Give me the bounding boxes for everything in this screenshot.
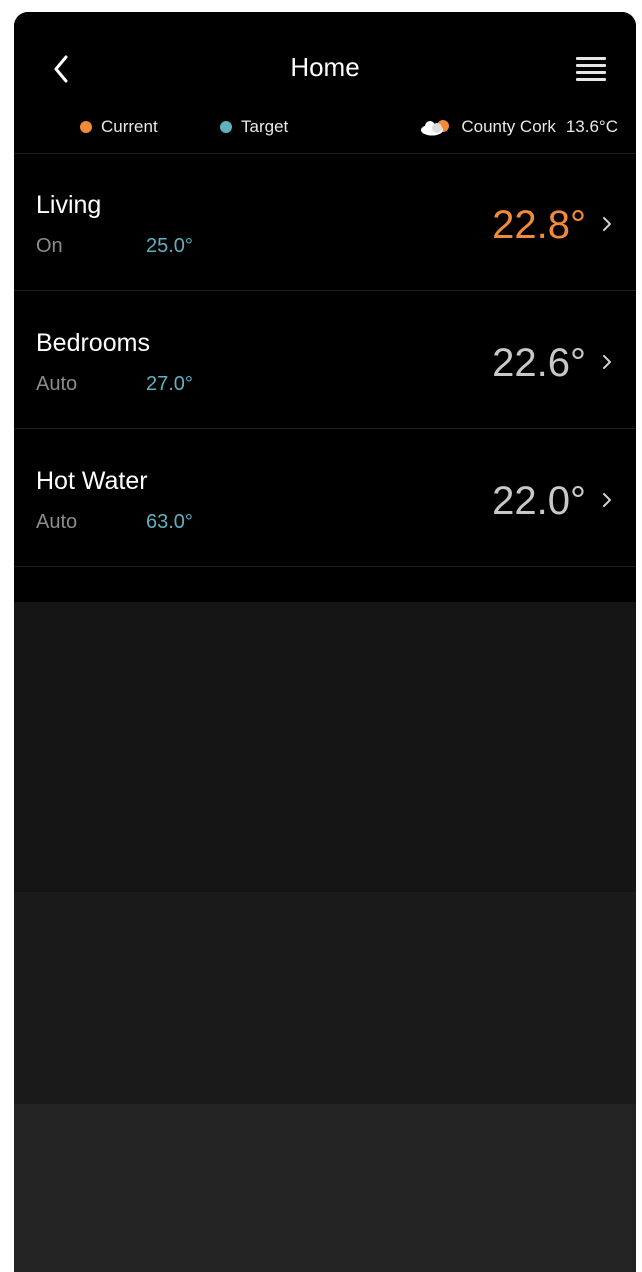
zone-mode: Auto xyxy=(36,373,78,395)
zone-target-temp: 25.0° xyxy=(146,235,193,257)
zone-name: Living xyxy=(36,191,102,219)
chevron-right-icon xyxy=(603,355,611,369)
target-dot-icon xyxy=(220,121,232,133)
zone-current-temp: 22.6° xyxy=(492,341,586,385)
page-title: Home xyxy=(290,52,360,82)
empty-background-bottom xyxy=(14,1104,636,1272)
zone-target-temp: 27.0° xyxy=(146,373,193,395)
weather-temperature: 13.6°C xyxy=(565,117,618,136)
zone-current-temp: 22.0° xyxy=(492,479,586,523)
zone-row-bedrooms[interactable]: Bedrooms Auto 27.0° 22.6° xyxy=(14,291,636,428)
app-screen: Home Current Target County Cork 13.6°C L… xyxy=(14,12,636,1272)
legend-target: Target xyxy=(220,117,288,137)
menu-icon-line xyxy=(576,71,606,74)
empty-background xyxy=(14,892,636,1104)
chevron-right-icon xyxy=(603,493,611,507)
weather-location: County Cork xyxy=(461,117,556,136)
legend-current: Current xyxy=(80,117,158,137)
chevron-right-icon xyxy=(603,217,611,231)
app-header: Home xyxy=(14,12,636,116)
legend-bar: Current Target County Cork 13.6°C xyxy=(14,114,636,144)
menu-icon-line xyxy=(576,57,606,60)
current-dot-icon xyxy=(80,121,92,133)
zone-row-hot-water[interactable]: Hot Water Auto 63.0° 22.0° xyxy=(14,429,636,566)
legend-target-label: Target xyxy=(241,117,289,136)
zone-target-temp: 63.0° xyxy=(146,511,193,533)
legend-current-label: Current xyxy=(101,117,158,136)
menu-icon-line xyxy=(576,78,606,81)
zone-name: Hot Water xyxy=(36,467,148,495)
divider xyxy=(14,566,636,567)
zone-row-living[interactable]: Living On 25.0° 22.8° xyxy=(14,153,636,290)
zone-mode: On xyxy=(36,235,63,257)
zone-mode: Auto xyxy=(36,511,78,533)
menu-icon-line xyxy=(576,64,606,67)
cloud-sun-icon xyxy=(421,120,450,136)
menu-button[interactable] xyxy=(574,54,608,84)
weather-info: County Cork 13.6°C xyxy=(419,117,618,137)
zone-current-temp: 22.8° xyxy=(492,203,586,247)
zone-name: Bedrooms xyxy=(36,329,150,357)
